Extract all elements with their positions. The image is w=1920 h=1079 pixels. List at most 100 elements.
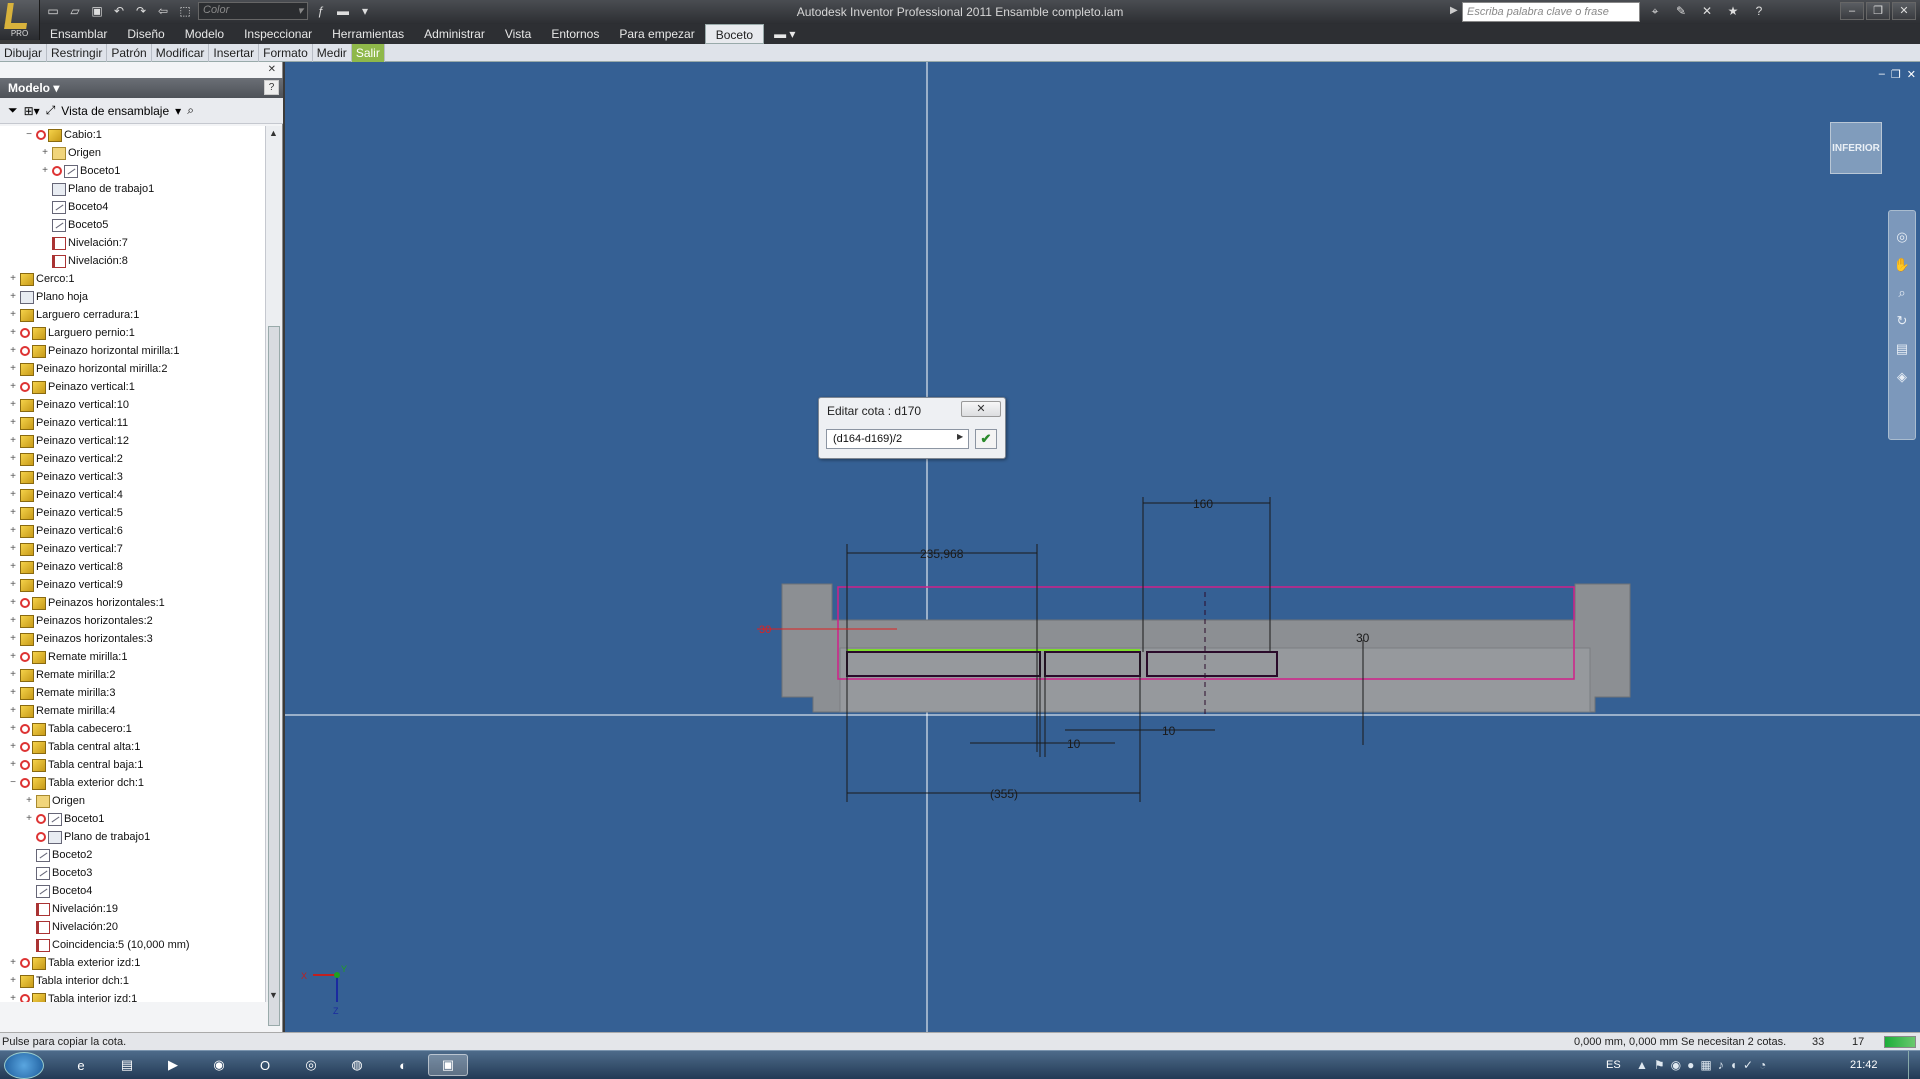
inventor-taskbar-icon[interactable]: ▣	[428, 1054, 468, 1076]
tree-item[interactable]: + Peinazo vertical:7	[0, 540, 265, 558]
expand-icon[interactable]: +	[8, 432, 18, 450]
tree-item[interactable]: + Peinazo vertical:6	[0, 522, 265, 540]
application-menu-button[interactable]: PRO	[0, 0, 40, 40]
expand-icon[interactable]: +	[8, 630, 18, 648]
tab-modelo[interactable]: Modelo	[175, 24, 234, 44]
tab-herramientas[interactable]: Herramientas	[322, 24, 414, 44]
collapse-icon[interactable]: −	[8, 774, 18, 792]
tree-item[interactable]: Boceto4	[0, 882, 265, 900]
tab-inspeccionar[interactable]: Inspeccionar	[234, 24, 322, 44]
explorer-icon[interactable]: ▤	[114, 1054, 140, 1076]
expand-icon[interactable]: +	[8, 306, 18, 324]
binoculars-icon[interactable]: ⌖	[1646, 2, 1664, 20]
hierarchy-icon[interactable]: ⊞▾	[24, 104, 40, 118]
ribbon-minimize-icon[interactable]: ▬ ▾	[764, 24, 805, 44]
tab-diseno[interactable]: Diseño	[117, 24, 174, 44]
tray-expand-icon[interactable]: ▲	[1636, 1058, 1648, 1072]
scroll-down-icon[interactable]: ▼	[269, 990, 278, 1000]
tab-administrar[interactable]: Administrar	[414, 24, 495, 44]
tree-item[interactable]: Coincidencia:5 (10,000 mm)	[0, 936, 265, 954]
tools-icon[interactable]: ✎	[1672, 2, 1690, 20]
tree-item[interactable]: + Peinazo vertical:8	[0, 558, 265, 576]
expand-icon[interactable]: +	[8, 576, 18, 594]
expand-icon[interactable]: +	[8, 720, 18, 738]
chevron-down-icon[interactable]: ▾	[175, 104, 181, 118]
expand-icon[interactable]: +	[8, 378, 18, 396]
measure-icon[interactable]: ▬	[334, 2, 352, 20]
expand-icon[interactable]: +	[8, 702, 18, 720]
tree-item[interactable]: Plano de trabajo1	[0, 828, 265, 846]
tree-item[interactable]: − Tabla exterior dch:1	[0, 774, 265, 792]
dialog-close-button[interactable]: ✕	[961, 401, 1001, 417]
clock[interactable]: 21:42	[1850, 1059, 1878, 1071]
tree-item[interactable]: + Peinazos horizontales:3	[0, 630, 265, 648]
search-input[interactable]: Escriba palabra clave o frase	[1462, 2, 1640, 22]
color-combo[interactable]: Color ▾	[198, 2, 308, 20]
tree-item[interactable]: + Cerco:1	[0, 270, 265, 288]
expand-icon[interactable]: +	[40, 144, 50, 162]
exit-sketch-button[interactable]: Salir	[351, 43, 385, 62]
panel-medir[interactable]: Medir	[313, 43, 352, 62]
expand-icon[interactable]: +	[8, 342, 18, 360]
view-face-icon[interactable]: ◈	[1897, 369, 1907, 385]
tray-app-icon-4[interactable]: ◔	[1759, 1058, 1766, 1072]
tab-boceto[interactable]: Boceto	[704, 24, 765, 44]
help-icon[interactable]: ?	[1750, 2, 1768, 20]
dimension-235[interactable]: 235,968	[920, 547, 964, 561]
tree-item[interactable]: + Peinazo vertical:12	[0, 432, 265, 450]
app-icon-4[interactable]: ◉	[206, 1054, 232, 1076]
find-icon[interactable]: ⌕	[187, 103, 194, 118]
pan-icon[interactable]: ✋	[1894, 257, 1910, 273]
volume-icon[interactable]: ♪	[1718, 1058, 1724, 1072]
open-file-icon[interactable]: ▱	[66, 2, 84, 20]
tree-item[interactable]: Boceto3	[0, 864, 265, 882]
dimension-30-right[interactable]: 30	[1356, 631, 1370, 645]
tree-item[interactable]: + Tabla central alta:1	[0, 738, 265, 756]
zoom-icon[interactable]: ⌕	[1898, 285, 1905, 301]
tree-item[interactable]: + Remate mirilla:3	[0, 684, 265, 702]
tree-item[interactable]: + Tabla cabecero:1	[0, 720, 265, 738]
look-at-icon[interactable]: ▤	[1896, 341, 1908, 357]
close-button[interactable]: ✕	[1892, 2, 1916, 20]
language-indicator[interactable]: ES	[1606, 1059, 1621, 1071]
undo-icon[interactable]: ↶	[110, 2, 128, 20]
tree-item[interactable]: Plano de trabajo1	[0, 180, 265, 198]
minimize-button[interactable]: –	[1840, 2, 1864, 20]
tree-item[interactable]: + Tabla interior izd:1	[0, 990, 265, 1002]
network-icon[interactable]: ▦	[1700, 1058, 1711, 1072]
opera-icon[interactable]: O	[252, 1054, 278, 1076]
orbit-icon[interactable]: ↻	[1897, 313, 1908, 329]
start-button[interactable]	[4, 1052, 44, 1079]
panel-insertar[interactable]: Insertar	[209, 43, 260, 62]
expand-icon[interactable]: +	[8, 756, 18, 774]
close-icon[interactable]: ✕	[1907, 68, 1916, 81]
return-icon[interactable]: ⇦	[154, 2, 172, 20]
redo-icon[interactable]: ↷	[132, 2, 150, 20]
ie-icon[interactable]: e	[68, 1054, 94, 1076]
parameters-icon[interactable]: ƒ	[312, 2, 330, 20]
expand-icon[interactable]: +	[8, 450, 18, 468]
expand-icon[interactable]: +	[8, 270, 18, 288]
tray-app-icon-2[interactable]: ●	[1687, 1058, 1694, 1072]
panel-patron[interactable]: Patrón	[107, 43, 152, 62]
panel-modificar[interactable]: Modificar	[152, 43, 210, 62]
dimension-160[interactable]: 160	[1193, 497, 1213, 511]
expand-icon[interactable]: +	[8, 648, 18, 666]
tree-item[interactable]: + Peinazos horizontales:2	[0, 612, 265, 630]
panel-restringir[interactable]: Restringir	[47, 43, 108, 62]
tree-item[interactable]: + Plano hoja	[0, 288, 265, 306]
select-icon[interactable]: ⬚	[176, 2, 194, 20]
flag-icon[interactable]: ⚑	[1654, 1058, 1665, 1072]
tree-item[interactable]: + Peinazo vertical:10	[0, 396, 265, 414]
tree-item[interactable]: − Cabio:1	[0, 126, 265, 144]
tree-item[interactable]: + Tabla exterior izd:1	[0, 954, 265, 972]
tree-item[interactable]: + Peinazo vertical:5	[0, 504, 265, 522]
media-player-icon[interactable]: ▶	[160, 1054, 186, 1076]
tree-item[interactable]: + Origen	[0, 792, 265, 810]
expand-icon[interactable]: +	[8, 522, 18, 540]
tree-item[interactable]: + Remate mirilla:4	[0, 702, 265, 720]
expand-icon[interactable]: +	[8, 414, 18, 432]
expand-icon[interactable]: +	[8, 684, 18, 702]
tree-item[interactable]: + Origen	[0, 144, 265, 162]
expand-icon[interactable]: +	[8, 594, 18, 612]
